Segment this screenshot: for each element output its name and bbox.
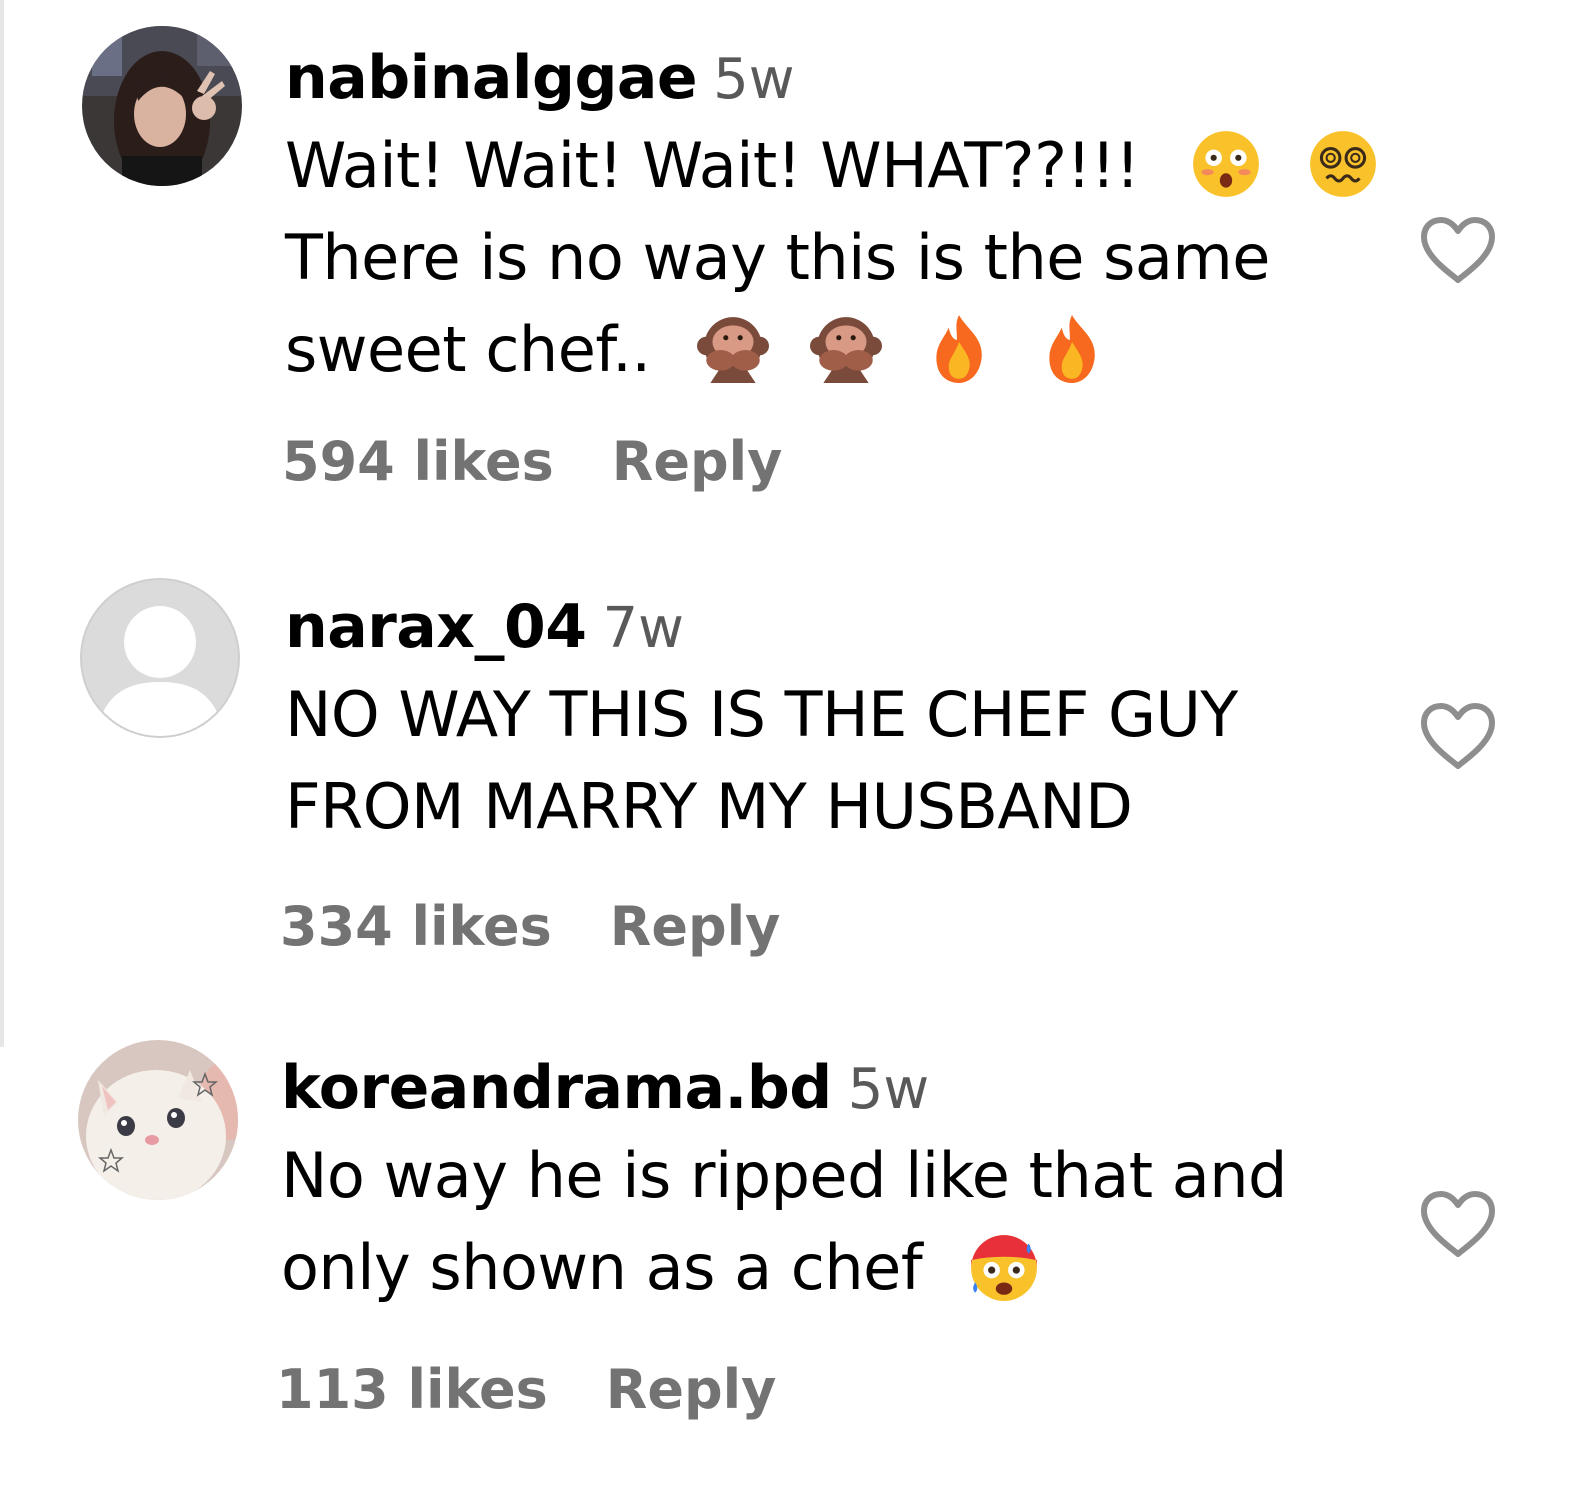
speak-no-evil-monkey-icon (810, 317, 882, 383)
comment-text-line: sweet chef.. (285, 313, 651, 386)
speak-no-evil-monkey-icon (696, 317, 769, 383)
comment-text-line: Wait! Wait! Wait! WHAT??!!! (285, 129, 1140, 202)
avatar-photo (82, 26, 242, 186)
fire-icon (1049, 315, 1096, 383)
reply-button[interactable]: Reply (612, 430, 783, 493)
comment-text-line: No way he is ripped like that and (281, 1139, 1287, 1212)
comment-text: NO WAY THIS IS THE CHEF GUY FROM MARRY M… (285, 669, 1415, 853)
woozy-face-icon (1310, 131, 1376, 197)
comment-text: No way he is ripped like that and only s… (281, 1130, 1411, 1314)
reply-button[interactable]: Reply (606, 1358, 777, 1421)
comment-text-line: only shown as a chef (281, 1231, 923, 1304)
avatar-photo (78, 1040, 238, 1200)
like-heart-icon[interactable] (1420, 216, 1496, 286)
comment-username[interactable]: narax_04 (285, 592, 587, 662)
default-avatar-icon (102, 606, 218, 736)
like-heart-icon[interactable] (1420, 1190, 1496, 1260)
reply-button[interactable]: Reply (610, 895, 781, 958)
comment-username[interactable]: nabinalggae (285, 43, 698, 113)
avatar[interactable] (82, 26, 242, 186)
like-heart-icon[interactable] (1420, 702, 1496, 772)
comment-likes[interactable]: 334 likes (280, 895, 552, 958)
hot-face-icon (971, 1235, 1038, 1301)
avatar[interactable] (80, 578, 240, 738)
comment-username[interactable]: koreandrama.bd (281, 1053, 832, 1123)
avatar[interactable] (78, 1040, 238, 1200)
flushed-face-icon (1192, 131, 1259, 197)
comment-time: 5w (847, 1057, 930, 1122)
comment-text-line: There is no way this is the same (285, 221, 1270, 294)
comment-text-line: NO WAY THIS IS THE CHEF GUY (285, 678, 1238, 751)
scroll-edge (0, 0, 4, 1047)
comment-text: Wait! Wait! Wait! WHAT??!!! There is no … (285, 120, 1415, 396)
comment-likes[interactable]: 594 likes (282, 430, 554, 493)
comment-time: 5w (713, 47, 795, 112)
comment-likes[interactable]: 113 likes (276, 1358, 548, 1421)
comment-time: 7w (602, 596, 684, 661)
comment-text-line: FROM MARRY MY HUSBAND (285, 770, 1133, 843)
fire-icon (936, 315, 983, 383)
